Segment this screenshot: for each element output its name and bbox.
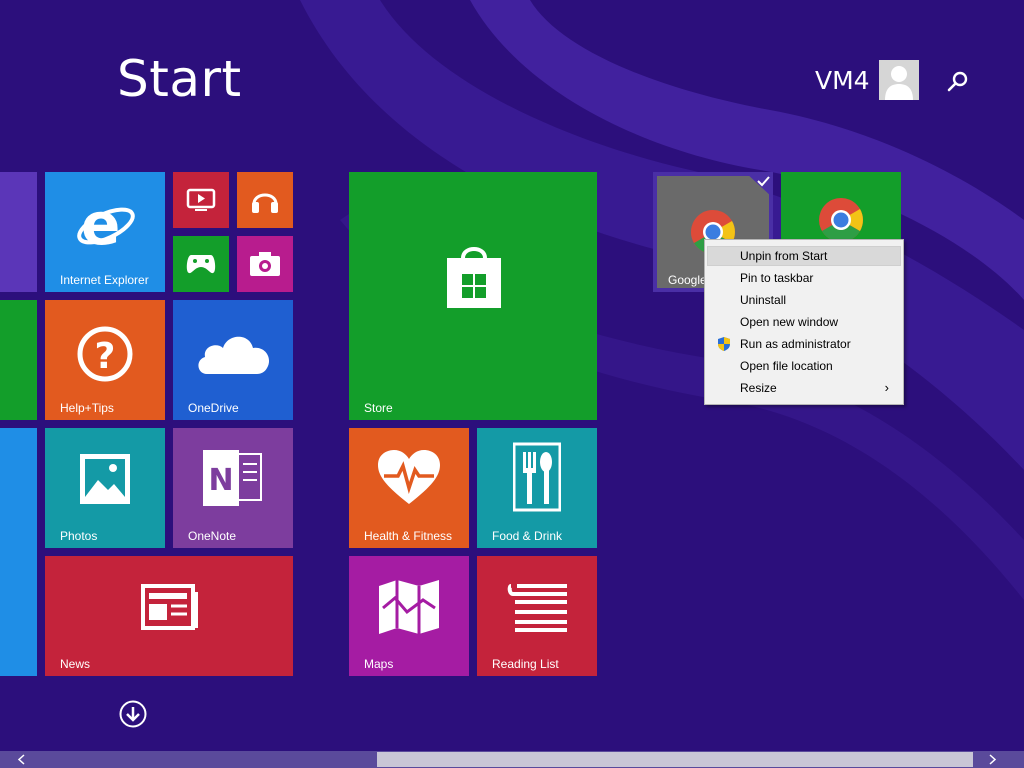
scrollbar-thumb[interactable] — [377, 752, 973, 767]
reading-list-icon — [507, 584, 567, 632]
horizontal-scrollbar[interactable] — [0, 751, 1024, 768]
submenu-arrow-icon: › — [884, 380, 889, 395]
menu-item-label: Uninstall — [740, 293, 787, 307]
tile-label: OneNote — [188, 529, 237, 543]
menu-item-run-as-administrator[interactable]: Run as administrator — [707, 334, 901, 354]
video-icon — [186, 188, 216, 211]
tile-camera[interactable] — [237, 236, 293, 292]
tile-photos[interactable]: Photos — [45, 428, 165, 548]
partial-tile-blue[interactable] — [0, 428, 37, 676]
menu-item-label: Open file location — [740, 359, 833, 373]
tile-help-tips[interactable]: ? Help+Tips — [45, 300, 165, 420]
tile-food-drink[interactable]: Food & Drink — [477, 428, 597, 548]
page-title: Start — [117, 50, 242, 108]
camera-icon — [250, 252, 280, 276]
tile-label: Maps — [364, 657, 394, 671]
partial-tile-purple[interactable] — [0, 172, 37, 292]
selected-check-icon — [745, 172, 773, 198]
search-icon[interactable] — [944, 68, 972, 96]
tile-label: Food & Drink — [492, 529, 563, 543]
tile-internet-explorer[interactable]: e Internet Explorer — [45, 172, 165, 292]
tile-onedrive[interactable]: OneDrive — [173, 300, 293, 420]
photo-icon — [80, 454, 130, 504]
tile-maps[interactable]: Maps — [349, 556, 469, 676]
uac-shield-icon — [718, 337, 730, 351]
news-icon — [141, 584, 198, 630]
context-menu: Unpin from Start Pin to taskbar Uninstal… — [704, 239, 904, 405]
heart-pulse-icon — [378, 450, 440, 504]
menu-item-label: Resize — [740, 381, 777, 395]
menu-item-label: Unpin from Start — [740, 249, 828, 263]
onenote-icon: N — [203, 450, 262, 506]
tile-label: Google — [668, 273, 707, 287]
tile-music[interactable] — [237, 172, 293, 228]
user-name[interactable]: VM4 — [815, 66, 870, 95]
menu-item-unpin-from-start[interactable]: Unpin from Start — [707, 246, 901, 266]
apps-view-down-arrow-icon[interactable] — [119, 700, 147, 728]
headphones-icon — [252, 193, 278, 213]
menu-item-open-file-location[interactable]: Open file location — [707, 356, 901, 376]
svg-text:?: ? — [95, 336, 116, 377]
tile-label: Reading List — [492, 657, 559, 671]
menu-item-label: Run as administrator — [740, 337, 851, 351]
tile-label: Internet Explorer — [60, 273, 149, 287]
menu-item-uninstall[interactable]: Uninstall — [707, 290, 901, 310]
cloud-icon — [198, 336, 270, 374]
store-bag-icon — [447, 247, 501, 308]
question-icon: ? — [77, 326, 133, 382]
tile-label: News — [60, 657, 91, 671]
tile-video[interactable] — [173, 172, 229, 228]
menu-item-label: Pin to taskbar — [740, 271, 814, 285]
tile-label: OneDrive — [188, 401, 239, 415]
tile-news[interactable]: News — [45, 556, 293, 676]
tile-health-fitness[interactable]: Health & Fitness — [349, 428, 469, 548]
internet-explorer-icon: e — [77, 194, 135, 254]
scroll-left-arrow-icon[interactable] — [0, 751, 40, 768]
svg-text:N: N — [208, 463, 233, 498]
tile-label: Help+Tips — [60, 401, 114, 415]
tile-onenote[interactable]: N OneNote — [173, 428, 293, 548]
tile-label: Store — [364, 401, 393, 415]
tile-store[interactable]: Store — [349, 172, 597, 420]
menu-item-label: Open new window — [740, 315, 839, 329]
chrome-icon — [819, 198, 863, 242]
avatar[interactable] — [879, 60, 919, 100]
partial-tile-green[interactable] — [0, 300, 37, 420]
menu-item-pin-to-taskbar[interactable]: Pin to taskbar — [707, 268, 901, 288]
scroll-right-arrow-icon[interactable] — [974, 751, 1014, 768]
tile-label: Health & Fitness — [364, 529, 453, 543]
user-silhouette-icon — [879, 60, 919, 100]
map-icon — [379, 580, 439, 634]
fork-knife-icon — [513, 442, 561, 512]
tile-label: Photos — [60, 529, 98, 543]
menu-item-open-new-window[interactable]: Open new window — [707, 312, 901, 332]
tile-games[interactable] — [173, 236, 229, 292]
xbox-controller-icon — [186, 255, 216, 274]
tile-reading-list[interactable]: Reading List — [477, 556, 597, 676]
menu-item-resize[interactable]: Resize › — [707, 378, 901, 398]
